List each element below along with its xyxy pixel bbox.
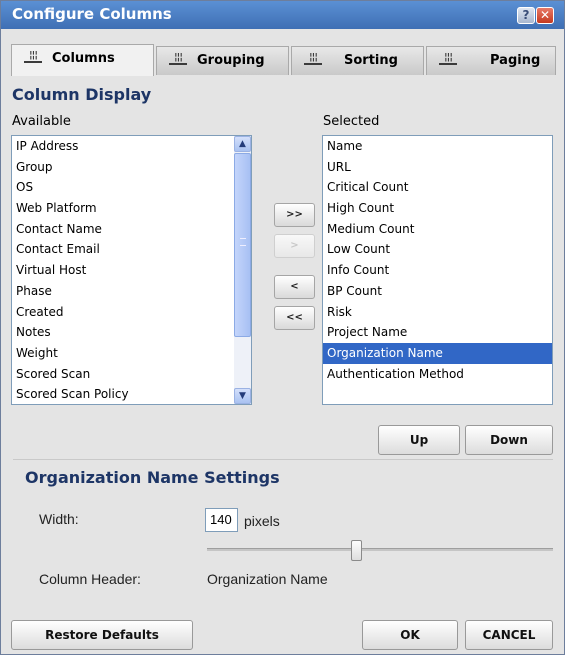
tab-columns-label: Columns [52, 51, 115, 66]
list-item[interactable]: Contact Email [12, 239, 251, 260]
column-display-title: Column Display [12, 85, 152, 104]
list-item[interactable]: URL [323, 157, 552, 178]
columns-icon: ¦¦¦ [169, 53, 187, 65]
list-item[interactable]: Phase [12, 281, 251, 302]
list-item[interactable]: Critical Count [323, 177, 552, 198]
close-button[interactable]: ✕ [536, 7, 554, 24]
section-divider [13, 459, 553, 460]
available-scrollbar[interactable]: ▲ ▼ [234, 136, 251, 404]
list-item[interactable]: Low Count [323, 239, 552, 260]
remove-all-button[interactable]: << [274, 306, 315, 330]
scroll-up-icon[interactable]: ▲ [234, 136, 251, 152]
list-item[interactable]: Authentication Method [323, 364, 552, 385]
available-label: Available [12, 114, 71, 129]
move-down-button[interactable]: Down [465, 425, 553, 455]
list-item[interactable]: Project Name [323, 322, 552, 343]
help-button[interactable]: ? [517, 7, 535, 24]
column-header-label: Column Header: [39, 571, 141, 587]
ok-button[interactable]: OK [362, 620, 458, 650]
list-item[interactable]: Medium Count [323, 219, 552, 240]
list-item[interactable]: Info Count [323, 260, 552, 281]
tab-grouping[interactable]: ¦¦¦ Grouping [156, 46, 289, 75]
tab-grouping-label: Grouping [197, 53, 265, 68]
width-slider-track[interactable] [207, 548, 553, 551]
list-item[interactable]: Scored Scan [12, 364, 251, 385]
list-item[interactable]: Notes [12, 322, 251, 343]
width-input[interactable]: 140 [205, 508, 238, 532]
width-slider-handle[interactable] [351, 540, 363, 561]
tab-paging-label: Paging [490, 53, 541, 68]
restore-defaults-button[interactable]: Restore Defaults [11, 620, 193, 650]
list-item[interactable]: Contact Name [12, 219, 251, 240]
selected-label: Selected [323, 114, 380, 129]
columns-icon: ¦¦¦ [304, 53, 322, 65]
columns-icon: ¦¦¦ [439, 53, 457, 65]
width-unit-label: pixels [244, 513, 280, 529]
title-bar[interactable]: Configure Columns ? ✕ [1, 1, 564, 29]
grip-icon [240, 238, 246, 246]
list-item[interactable]: Group [12, 157, 251, 178]
tab-paging[interactable]: ¦¦¦ Paging [426, 46, 556, 75]
list-item[interactable]: Name [323, 136, 552, 157]
move-up-button[interactable]: Up [378, 425, 460, 455]
dialog-title: Configure Columns [12, 5, 172, 23]
add-button[interactable]: > [274, 234, 315, 258]
scroll-down-icon[interactable]: ▼ [234, 388, 251, 404]
list-item[interactable]: IP Address [12, 136, 251, 157]
add-all-button[interactable]: >> [274, 203, 315, 227]
list-item[interactable]: Weight [12, 343, 251, 364]
list-item-selected[interactable]: Organization Name [323, 342, 552, 364]
configure-columns-dialog: Configure Columns ? ✕ ¦¦¦ Columns ¦¦¦ Gr… [0, 0, 565, 655]
list-item[interactable]: Virtual Host [12, 260, 251, 281]
scroll-thumb[interactable] [234, 153, 251, 337]
tab-sorting-label: Sorting [344, 53, 398, 68]
tab-sorting[interactable]: ¦¦¦ Sorting [291, 46, 424, 75]
list-item[interactable]: BP Count [323, 281, 552, 302]
tab-columns[interactable]: ¦¦¦ Columns [11, 44, 154, 76]
selected-list[interactable]: Name URL Critical Count High Count Mediu… [322, 135, 553, 405]
available-items: IP Address Group OS Web Platform Contact… [12, 136, 251, 404]
settings-title: Organization Name Settings [25, 468, 280, 487]
list-item[interactable]: Created [12, 302, 251, 323]
tab-strip: ¦¦¦ Columns ¦¦¦ Grouping ¦¦¦ Sorting ¦¦¦… [1, 29, 564, 76]
list-item[interactable]: Scored Scan Policy [12, 384, 251, 404]
list-item[interactable]: Web Platform [12, 198, 251, 219]
width-label: Width: [39, 511, 79, 527]
list-item[interactable]: OS [12, 177, 251, 198]
list-item[interactable]: High Count [323, 198, 552, 219]
available-list[interactable]: IP Address Group OS Web Platform Contact… [11, 135, 252, 405]
remove-button[interactable]: < [274, 275, 315, 299]
list-item[interactable]: Risk [323, 302, 552, 323]
cancel-button[interactable]: CANCEL [465, 620, 553, 650]
column-header-value[interactable]: Organization Name [207, 571, 328, 587]
columns-icon: ¦¦¦ [24, 51, 42, 63]
